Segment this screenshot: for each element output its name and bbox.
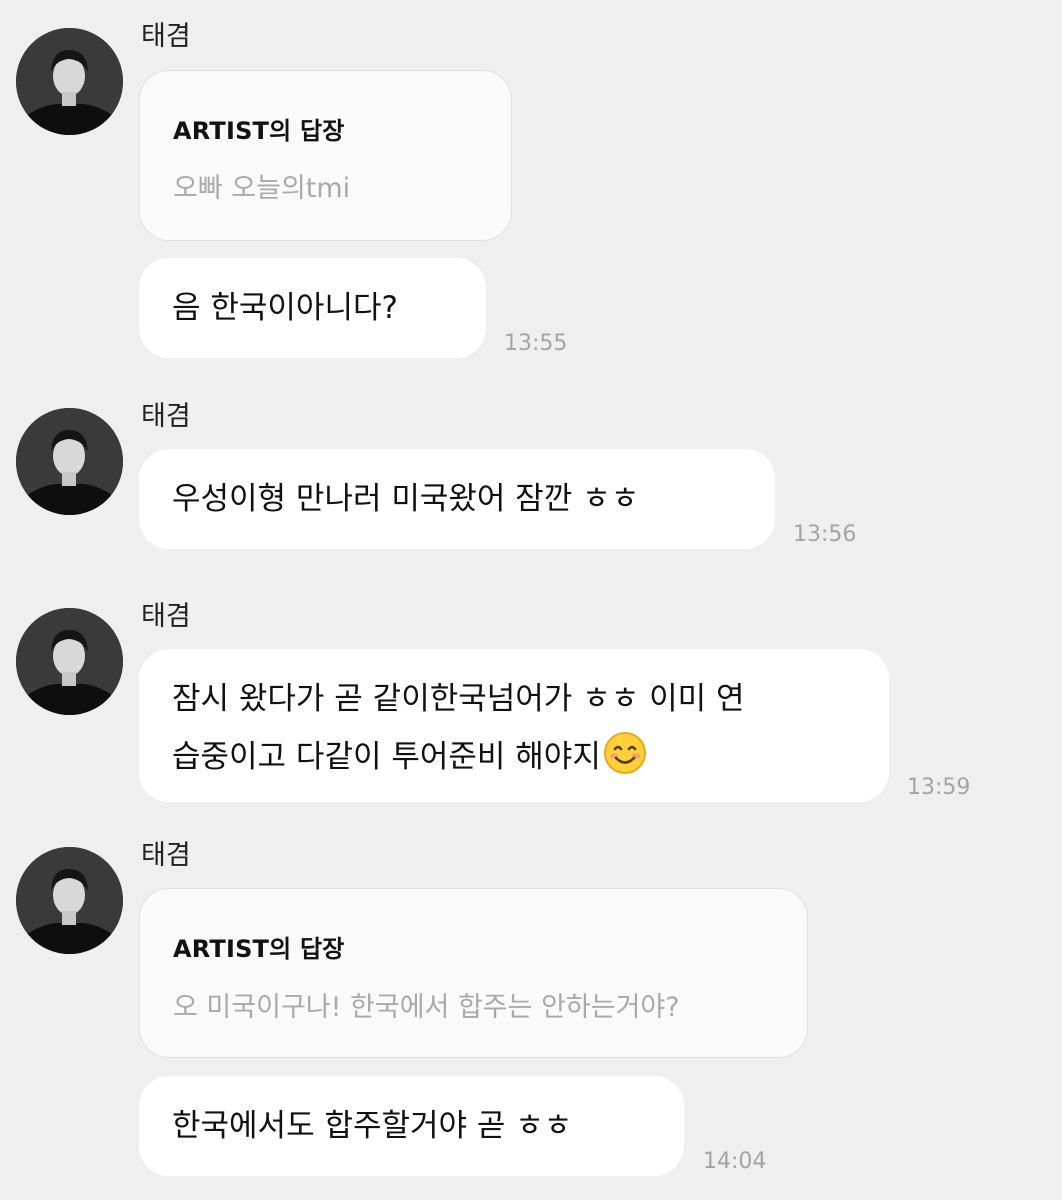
smiling-face-emoji [603,731,647,791]
message-time: 13:55 [504,331,568,356]
sender-name: 태겸 [141,840,191,871]
sender-name: 태겸 [141,401,191,432]
message-text: 음 한국이아니다? [172,290,398,326]
sender-avatar[interactable] [16,847,123,954]
message-time: 13:59 [907,775,971,800]
artist-reply-card[interactable]: ARTIST의 답장 오빠 오늘의tmi [139,70,512,241]
sender-avatar[interactable] [16,28,123,135]
avatar-portrait-icon [16,408,123,515]
avatar-portrait-icon [16,28,123,135]
chat-thread: 태겸 ARTIST의 답장 오빠 오늘의tmi 음 한국이아니다? 13:55 … [0,0,1062,1200]
avatar-portrait-icon [16,608,123,715]
message-text-line-1: 잠시 왔다가 곧 같이한국넘어가 ㅎㅎ 이미 연 [172,681,745,717]
sender-name: 태겸 [141,21,191,52]
sender-avatar[interactable] [16,408,123,515]
artist-reply-card[interactable]: ARTIST의 답장 오 미국이구나! 한국에서 합주는 안하는거야? [139,888,808,1058]
message-text-line-2: 습중이고 다같이 투어준비 해야지 [172,739,601,775]
sender-avatar[interactable] [16,608,123,715]
reply-title: ARTIST의 답장 [173,117,345,145]
reply-title: ARTIST의 답장 [173,935,345,963]
message-text: 한국에서도 합주할거야 곧 ㅎㅎ [172,1108,573,1144]
message-time: 13:56 [793,522,857,547]
message-time: 14:04 [703,1149,767,1174]
avatar-portrait-icon [16,847,123,954]
reply-quote: 오빠 오늘의tmi [173,173,351,204]
message-bubble[interactable]: 한국에서도 합주할거야 곧 ㅎㅎ [139,1076,684,1176]
message-bubble[interactable]: 잠시 왔다가 곧 같이한국넘어가 ㅎㅎ 이미 연 습중이고 다같이 투어준비 해… [139,649,889,802]
message-bubble[interactable]: 우성이형 만나러 미국왔어 잠깐 ㅎㅎ [139,449,775,549]
sender-name: 태겸 [141,601,191,632]
message-text-line-2-wrap: 습중이고 다같이 투어준비 해야지 [172,731,647,791]
message-text: 우성이형 만나러 미국왔어 잠깐 ㅎㅎ [172,481,640,517]
message-bubble[interactable]: 음 한국이아니다? [139,258,486,358]
reply-quote: 오 미국이구나! 한국에서 합주는 안하는거야? [173,992,680,1023]
